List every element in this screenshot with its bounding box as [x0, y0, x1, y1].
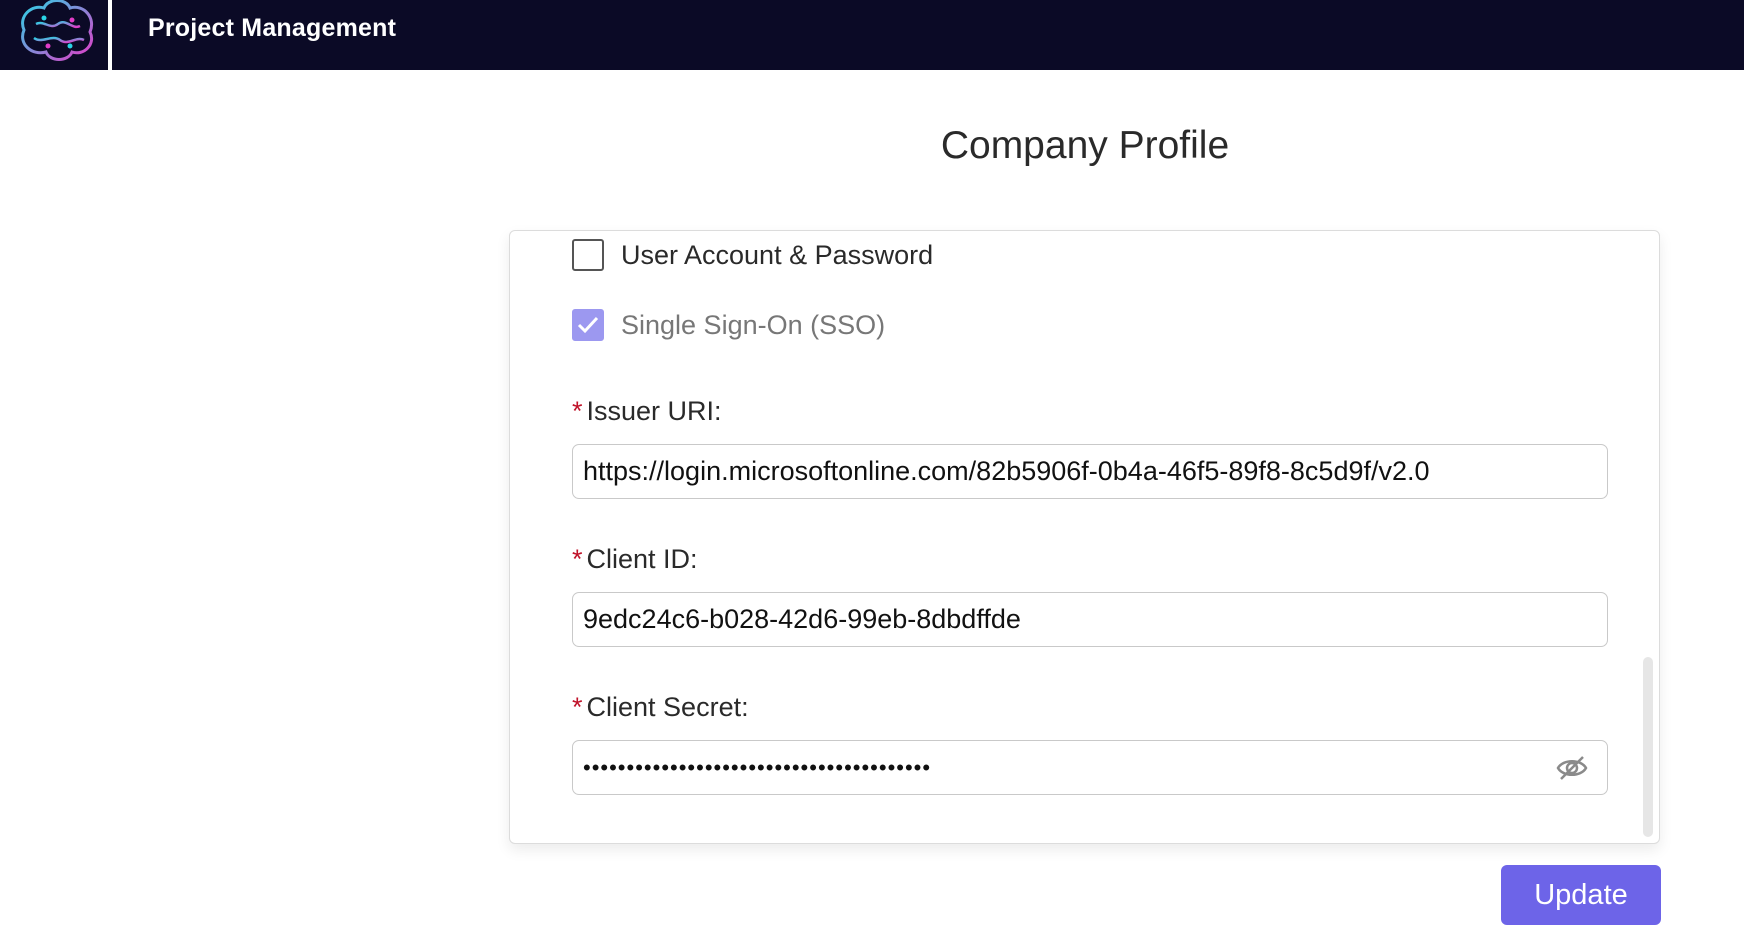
- issuer-uri-value: https://login.microsoftonline.com/82b590…: [583, 456, 1430, 486]
- eye-slash-icon[interactable]: [1555, 753, 1589, 783]
- app-title: Project Management: [148, 14, 397, 42]
- required-marker: *: [572, 692, 583, 722]
- sso-option[interactable]: Single Sign-On (SSO): [572, 309, 885, 341]
- issuer-uri-label-text: Issuer URI:: [586, 396, 722, 426]
- client-secret-value: ••••••••••••••••••••••••••••••••••••••••: [583, 754, 932, 780]
- page-title: Company Profile: [940, 124, 1230, 167]
- card-scrollbar-thumb[interactable]: [1643, 657, 1653, 837]
- client-id-input[interactable]: 9edc24c6-b028-42d6-99eb-8dbdffde: [572, 592, 1608, 647]
- client-secret-label: * Client Secret:: [572, 692, 749, 723]
- sso-label: Single Sign-On (SSO): [621, 309, 886, 340]
- client-secret-label-text: Client Secret:: [586, 692, 749, 722]
- required-marker: *: [572, 544, 583, 574]
- top-navigation-bar: Project Management: [0, 0, 1744, 70]
- brain-logo-icon: [21, 0, 93, 61]
- update-button[interactable]: Update: [1501, 865, 1661, 925]
- client-secret-input[interactable]: ••••••••••••••••••••••••••••••••••••••••: [572, 740, 1608, 795]
- sso-settings-card: User Account & Password Single Sign-On (…: [509, 230, 1660, 844]
- sso-checkbox[interactable]: [572, 309, 604, 341]
- card-scrollbar[interactable]: [1643, 237, 1653, 837]
- issuer-uri-label: * Issuer URI:: [572, 396, 722, 427]
- required-marker: *: [572, 396, 583, 426]
- user-account-password-checkbox[interactable]: [572, 239, 604, 271]
- issuer-uri-input[interactable]: https://login.microsoftonline.com/82b590…: [572, 444, 1608, 499]
- user-account-password-label: User Account & Password: [621, 239, 934, 270]
- client-id-value: 9edc24c6-b028-42d6-99eb-8dbdffde: [583, 604, 1021, 634]
- checkmark-icon: [577, 316, 599, 334]
- user-account-password-option[interactable]: User Account & Password: [572, 239, 933, 271]
- client-id-label: * Client ID:: [572, 544, 698, 575]
- app-logo[interactable]: [0, 0, 112, 70]
- client-id-label-text: Client ID:: [586, 544, 698, 574]
